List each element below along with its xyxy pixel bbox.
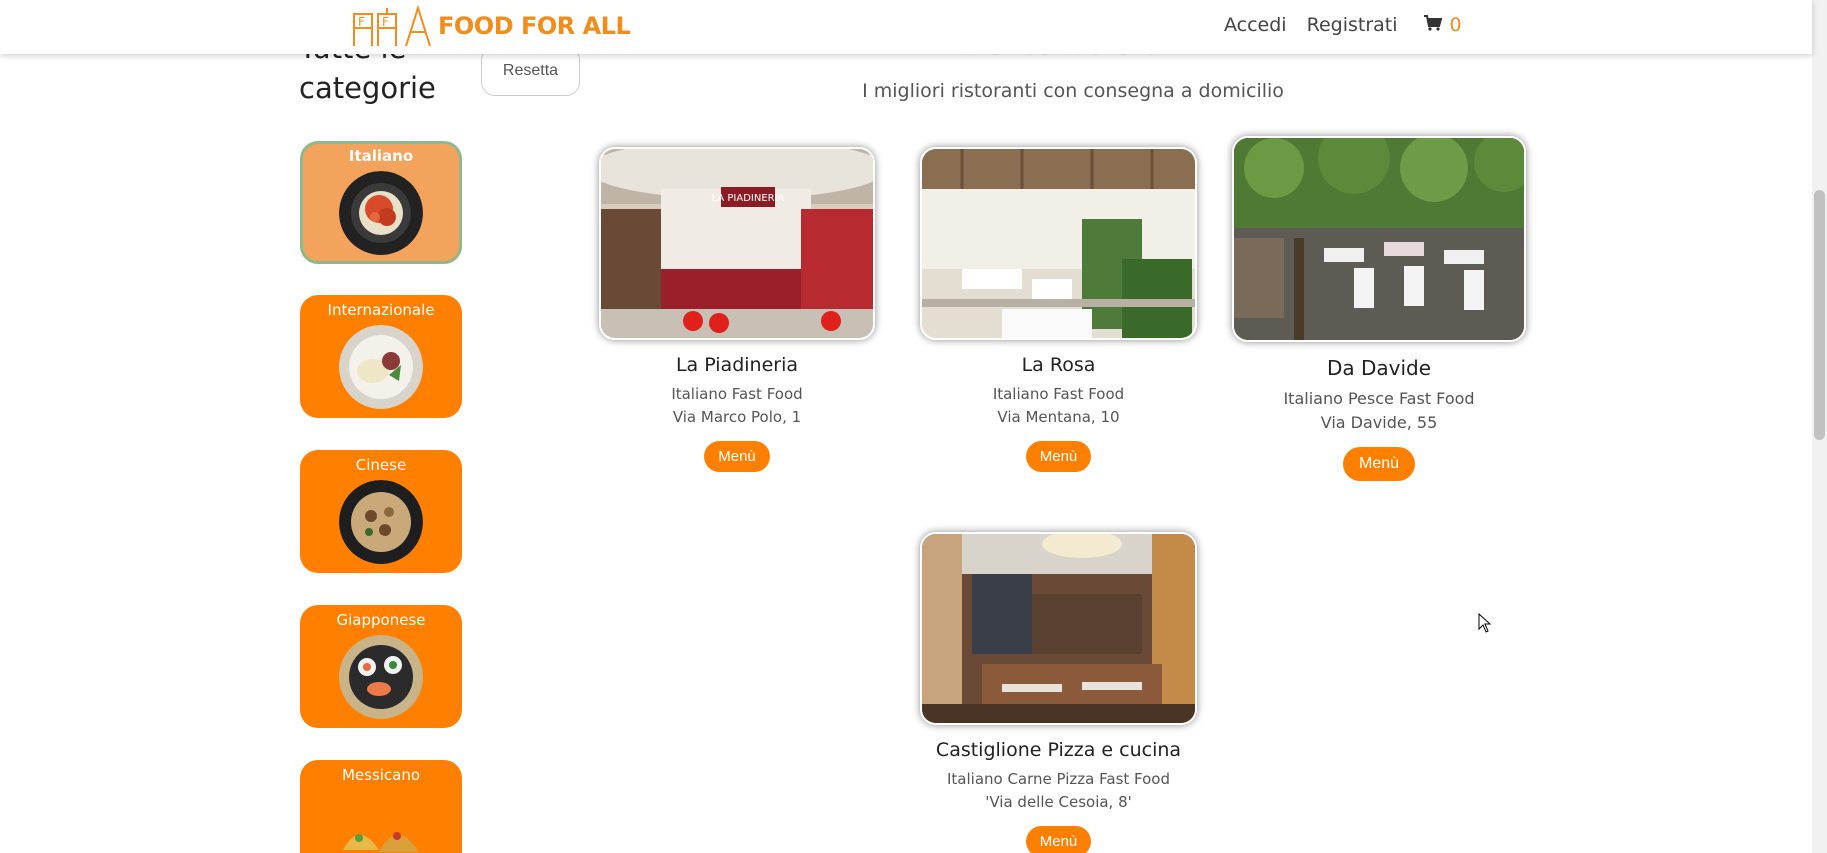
brand-logo[interactable]: F F FOOD FOR ALL [348, 4, 631, 48]
category-messicano[interactable]: Messicano [300, 760, 462, 853]
logo-icon: F F [348, 4, 434, 48]
restaurant-name: Castiglione Pizza e cucina [935, 739, 1182, 761]
register-link[interactable]: Registrati [1307, 14, 1398, 36]
category-italiano[interactable]: Italiano [300, 141, 462, 264]
menu-button[interactable]: Menù [1025, 826, 1092, 853]
cart-button[interactable]: 0 [1423, 14, 1462, 36]
page-scrollbar[interactable] [1812, 0, 1827, 853]
category-label: Cinese [355, 456, 407, 474]
category-label: Italiano [348, 147, 414, 165]
svg-text:F: F [382, 15, 389, 29]
sushi-dish-image [339, 635, 423, 719]
pasta-dish-image [339, 171, 423, 255]
svg-text:F: F [358, 15, 365, 29]
restaurant-name: La Rosa [1021, 354, 1096, 376]
restaurant-name: La Piadineria [675, 354, 799, 376]
category-internazionale[interactable]: Internazionale [300, 295, 462, 418]
restaurant-address: Via Mentana, 10 [997, 408, 1120, 426]
menu-button[interactable]: Menù [1025, 441, 1092, 472]
restaurant-card: Castiglione Pizza e cucina Italiano Carn… [920, 532, 1197, 853]
category-giapponese[interactable]: Giapponese [300, 605, 462, 728]
restaurant-address: 'Via delle Cesoia, 8' [985, 793, 1132, 811]
category-cinese[interactable]: Cinese [300, 450, 462, 573]
restaurant-address: Via Davide, 55 [1320, 413, 1438, 432]
logo-text: FOOD FOR ALL [438, 12, 631, 40]
restaurant-image[interactable]: LA PIADINERIA [599, 147, 875, 340]
top-navbar: F F FOOD FOR ALL Accedi Registrati 0 [0, 0, 1812, 54]
restaurant-image[interactable] [1232, 136, 1526, 342]
nav-links: Accedi Registrati 0 [1224, 14, 1462, 36]
cart-icon [1423, 14, 1442, 36]
menu-button[interactable]: Menù [704, 441, 770, 472]
category-label: Internazionale [327, 301, 435, 319]
menu-button[interactable]: Menù [1342, 447, 1416, 481]
international-dish-image [339, 325, 423, 409]
restaurant-card: La Rosa Italiano Fast Food Via Mentana, … [920, 147, 1197, 472]
tacos-dish-image [339, 790, 423, 853]
restaurant-image[interactable] [920, 147, 1197, 340]
mouse-cursor-icon [1478, 612, 1492, 637]
login-link[interactable]: Accedi [1224, 14, 1287, 36]
category-label: Giapponese [336, 611, 426, 629]
scrollbar-thumb[interactable] [1814, 190, 1825, 440]
restaurant-tags: Italiano Carne Pizza Fast Food [946, 770, 1170, 788]
restaurant-tags: Italiano Pesce Fast Food [1283, 389, 1475, 408]
restaurant-card: LA PIADINERIA La Piadineria Italiano Fas… [599, 147, 875, 472]
restaurant-tags: Italiano Fast Food [992, 385, 1125, 403]
restaurant-name: Da Davide [1326, 356, 1432, 380]
restaurant-card: Da Davide Italiano Pesce Fast Food Via D… [1232, 136, 1526, 481]
restaurant-tags: Italiano Fast Food [671, 385, 803, 403]
noodles-dish-image [339, 480, 423, 564]
svg-text:LA PIADINERIA: LA PIADINERIA [712, 193, 785, 204]
section-subtitle: I migliori ristoranti con consegna a dom… [862, 80, 1284, 102]
cart-count: 0 [1449, 14, 1462, 36]
restaurant-address: Via Marco Polo, 1 [672, 408, 802, 426]
restaurant-image[interactable] [920, 532, 1197, 725]
category-label: Messicano [341, 766, 421, 784]
